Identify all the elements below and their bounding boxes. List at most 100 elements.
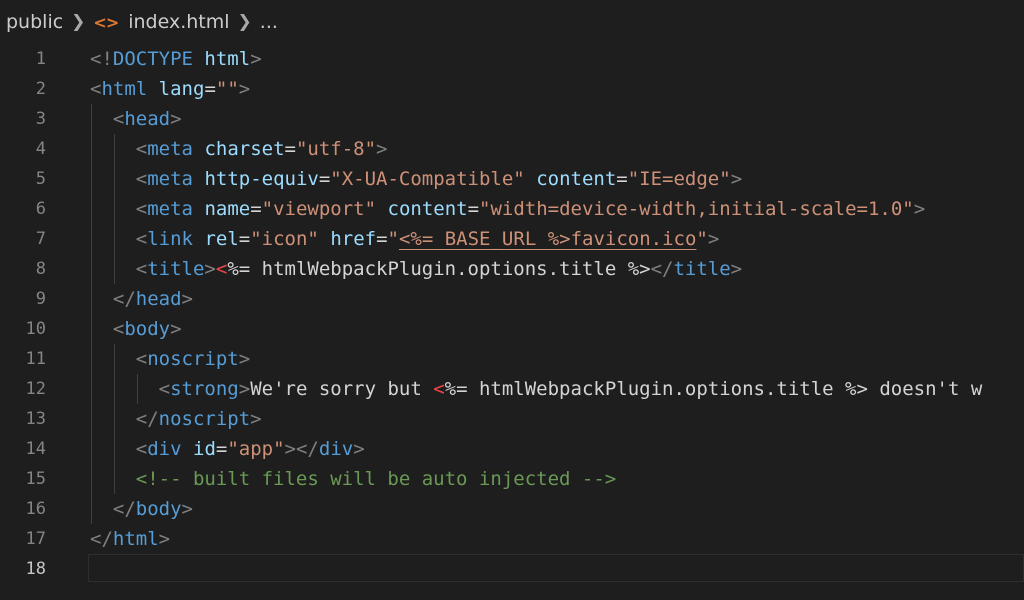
code-token: > bbox=[376, 138, 388, 160]
line-number: 17 bbox=[25, 529, 46, 549]
code-token: "X-UA-Compatible" bbox=[330, 168, 525, 190]
code-content: <meta charset="utf-8"> bbox=[90, 134, 388, 164]
code-token: "" bbox=[215, 78, 239, 100]
code-content: <link rel="icon" href="<%= BASE_URL %>fa… bbox=[90, 224, 720, 254]
code-token: > bbox=[913, 198, 926, 220]
code-token: noscript bbox=[158, 408, 251, 430]
code-token: = bbox=[238, 228, 251, 250]
breadcrumb-folder[interactable]: public bbox=[6, 11, 63, 33]
code-line[interactable]: 17 </html> bbox=[0, 524, 1024, 554]
code-token: < bbox=[433, 378, 445, 400]
code-line[interactable]: 10 <body> bbox=[0, 314, 1024, 344]
code-token: ></ bbox=[284, 438, 319, 460]
code-editor[interactable]: 1 <!DOCTYPE html> 2 <html lang=""> 3 <head> 4… bbox=[0, 44, 1024, 600]
code-token: "icon" bbox=[250, 228, 319, 250]
code-token: %= htmlWebpackPlugin.options.title %> bbox=[227, 258, 651, 280]
breadcrumb-more[interactable]: ... bbox=[260, 11, 278, 33]
code-token: </ bbox=[90, 528, 113, 550]
code-token: = bbox=[204, 78, 216, 100]
line-number: 1 bbox=[35, 49, 46, 69]
code-token: <%= BASE_URL %>favicon.ico bbox=[398, 228, 697, 250]
code-token: = bbox=[318, 168, 331, 190]
code-line[interactable]: 16 </body> bbox=[0, 494, 1024, 524]
code-line[interactable]: 1 <!DOCTYPE html> bbox=[0, 44, 1024, 74]
code-token: </ bbox=[112, 498, 136, 520]
code-line[interactable]: 3 <head> bbox=[0, 104, 1024, 134]
code-content: <head> bbox=[90, 104, 182, 134]
chevron-right-icon: ❯ bbox=[237, 12, 252, 32]
code-token: > bbox=[170, 108, 182, 130]
code-token: < bbox=[112, 108, 125, 130]
code-token: < bbox=[135, 348, 148, 370]
code-token: noscript bbox=[147, 348, 239, 370]
code-line[interactable]: 4 <meta charset="utf-8"> bbox=[0, 134, 1024, 164]
code-token: title bbox=[673, 258, 731, 280]
code-content: </body> bbox=[90, 494, 193, 524]
line-number: 2 bbox=[35, 79, 46, 99]
code-line[interactable]: 14 <div id="app"></div> bbox=[0, 434, 1024, 464]
code-content: <!-- built files will be auto injected -… bbox=[90, 464, 616, 494]
code-line[interactable]: 9 </head> bbox=[0, 284, 1024, 314]
code-line[interactable]: 5 <meta http-equiv="X-UA-Compatible" con… bbox=[0, 164, 1024, 194]
code-token: link bbox=[147, 228, 193, 250]
code-line[interactable]: 12 <strong>We're sorry but <%= htmlWebpa… bbox=[0, 374, 1024, 404]
code-token: = bbox=[616, 168, 628, 190]
code-token: < bbox=[135, 198, 148, 220]
code-token: " bbox=[696, 228, 708, 250]
code-token: > bbox=[353, 438, 365, 460]
code-line[interactable]: 13 </noscript> bbox=[0, 404, 1024, 434]
code-token: content bbox=[387, 198, 468, 220]
code-line[interactable]: 8 <title><%= htmlWebpackPlugin.options.t… bbox=[0, 254, 1024, 284]
code-token: > bbox=[707, 228, 720, 250]
code-token: head bbox=[135, 288, 182, 310]
code-token: = bbox=[376, 228, 388, 250]
code-token: > bbox=[238, 378, 251, 400]
code-token: id bbox=[193, 438, 216, 460]
code-line[interactable]: 6 <meta name="viewport" content="width=d… bbox=[0, 194, 1024, 224]
code-line[interactable]: 2 <html lang=""> bbox=[0, 74, 1024, 104]
code-token: > bbox=[730, 258, 743, 280]
code-token: < bbox=[135, 168, 148, 190]
code-token: lang bbox=[158, 78, 205, 100]
code-token: body bbox=[124, 318, 171, 340]
code-token: </ bbox=[650, 258, 674, 280]
code-token: > bbox=[238, 348, 251, 370]
code-token: "width=device-width,initial-scale=1.0" bbox=[479, 198, 914, 220]
code-content: <noscript> bbox=[90, 344, 250, 374]
code-token: < bbox=[135, 228, 148, 250]
code-content: <div id="app"></div> bbox=[90, 434, 365, 464]
line-number: 9 bbox=[35, 289, 46, 309]
breadcrumb: public ❯ <> index.html ❯ ... bbox=[0, 0, 1024, 44]
code-token: "viewport" bbox=[261, 198, 377, 220]
code-token: > bbox=[730, 168, 743, 190]
code-line[interactable]: 18 bbox=[0, 554, 1024, 584]
code-token: > bbox=[250, 408, 262, 430]
code-token: = bbox=[250, 198, 262, 220]
code-token: = bbox=[215, 438, 228, 460]
code-token: "IE=edge" bbox=[627, 168, 731, 190]
breadcrumb-file[interactable]: index.html bbox=[128, 11, 229, 33]
code-token: meta bbox=[147, 168, 193, 190]
code-token: > bbox=[238, 78, 251, 100]
code-token: href bbox=[330, 228, 377, 250]
code-line[interactable]: 15 <!-- built files will be auto injecte… bbox=[0, 464, 1024, 494]
code-line[interactable]: 11 <noscript> bbox=[0, 344, 1024, 374]
code-line[interactable]: 7 <link rel="icon" href="<%= BASE_URL %>… bbox=[0, 224, 1024, 254]
code-token: %= htmlWebpackPlugin.options.title %> do… bbox=[444, 378, 983, 400]
line-number: 6 bbox=[35, 199, 46, 219]
code-token: > bbox=[158, 528, 171, 550]
code-token: > bbox=[170, 318, 182, 340]
line-number: 7 bbox=[35, 229, 46, 249]
line-number: 15 bbox=[25, 469, 46, 489]
code-token: html bbox=[204, 48, 251, 70]
